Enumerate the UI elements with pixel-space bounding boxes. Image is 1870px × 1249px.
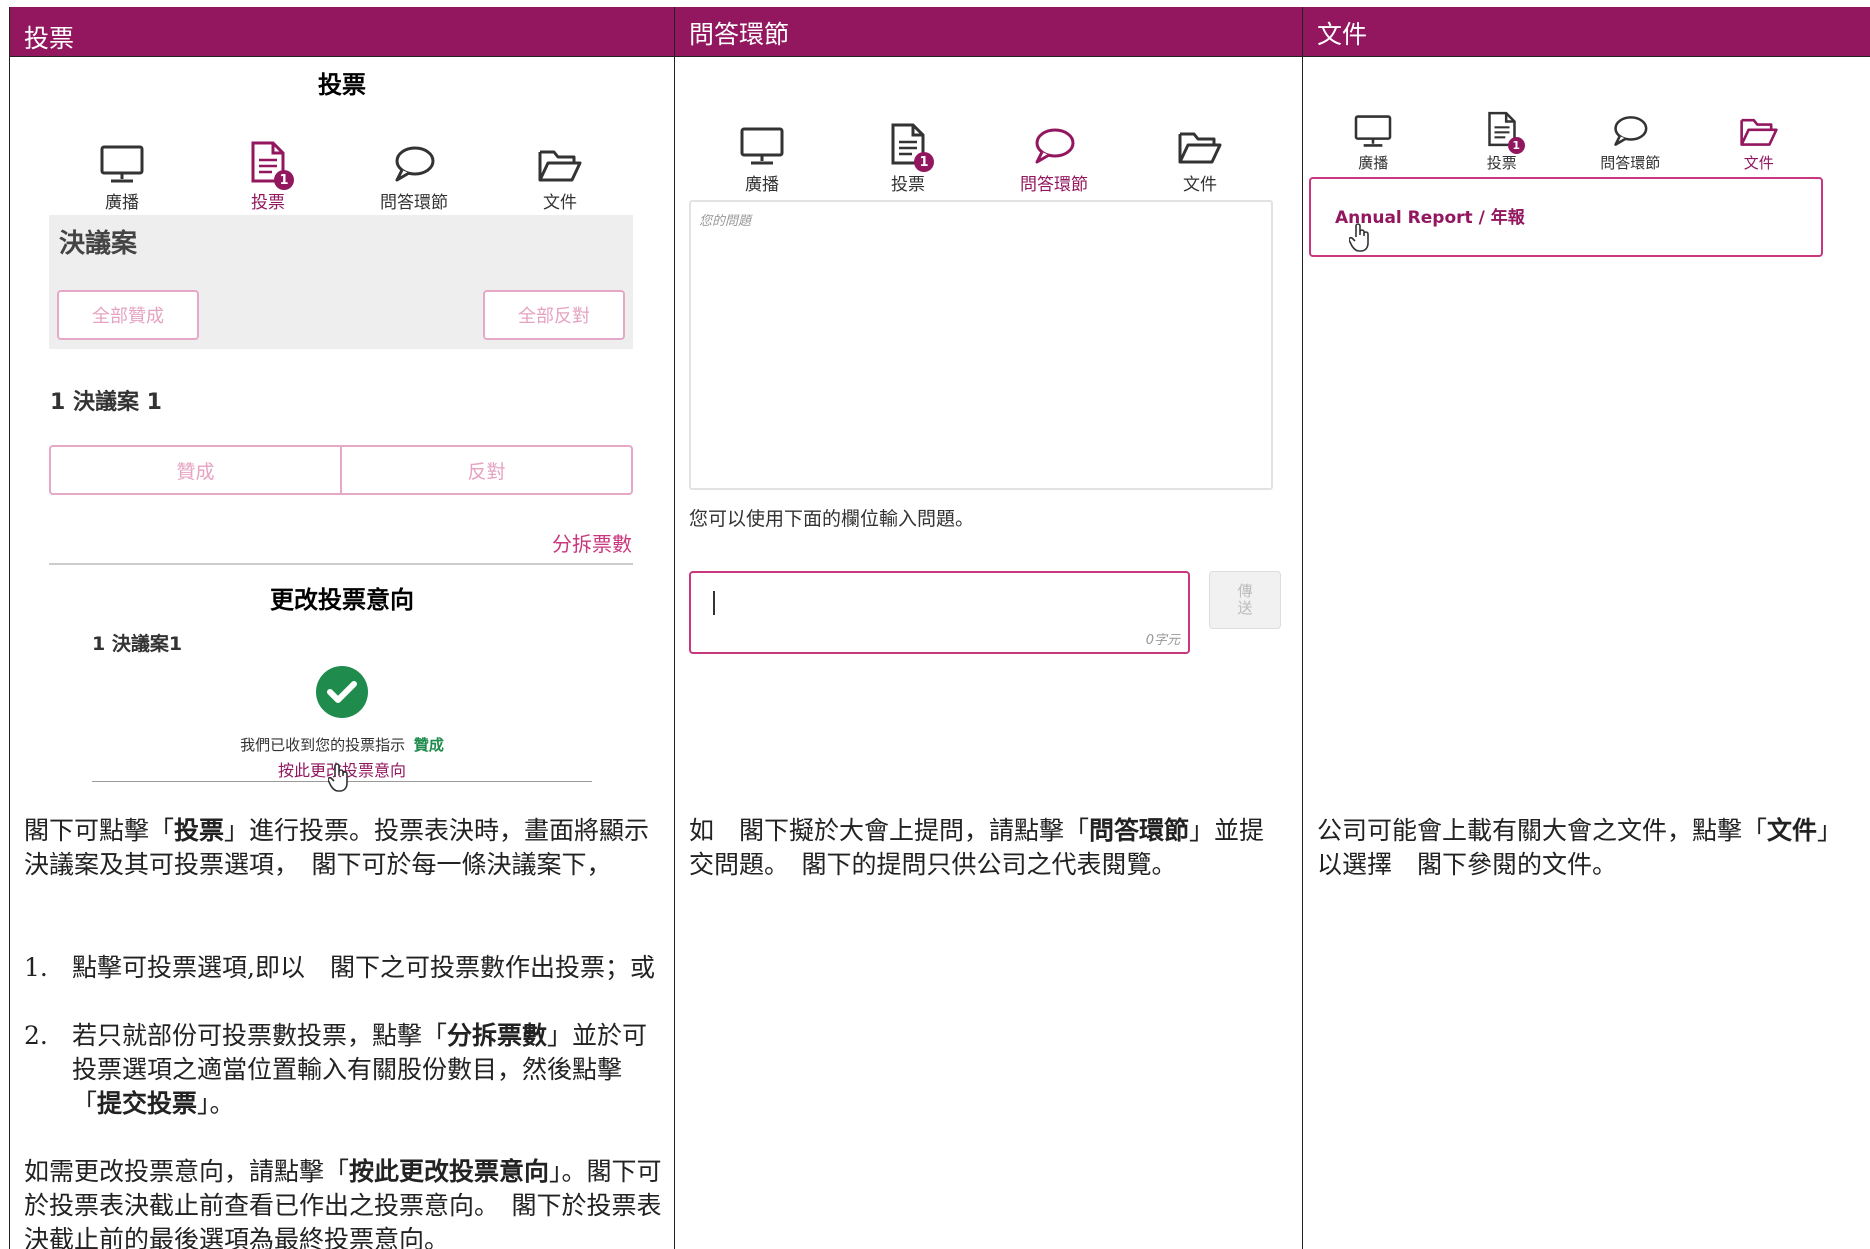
check-icon (316, 666, 368, 718)
hand-cursor-icon (1348, 223, 1373, 257)
divider (49, 563, 633, 565)
header-docs: 文件 (1303, 7, 1870, 57)
document-icon: 1 (890, 122, 934, 172)
question-list-area: 您的問題 (689, 200, 1273, 490)
speech-bubble-icon (1032, 126, 1076, 166)
approve-all-button[interactable]: 全部贊成 (57, 290, 199, 340)
tab-label: 投票 (891, 175, 925, 195)
document-list: Annual Report / 年報 (1309, 177, 1823, 257)
tab-bar: 廣播 1 投票 問答環節 文件 (1309, 77, 1824, 186)
vote-item-1: 1. 點擊可投票選項,即以 閣下之可投票數作出投票；或 (24, 953, 655, 982)
received-text: 我們已收到您的投票指示 (240, 736, 406, 754)
tab-docs[interactable]: 文件 (487, 99, 633, 225)
tab-vote[interactable]: 1 投票 (835, 79, 981, 207)
tab-vote[interactable]: 1 投票 (1438, 77, 1567, 183)
send-button[interactable]: 傳送 (1209, 571, 1281, 629)
split-votes-link[interactable]: 分拆票數 (552, 528, 632, 557)
vote-item-2: 2. 若只就部份可投票數投票，點擊「分拆票數」並於可投票選項之適當位置輸入有關股份… (24, 1021, 648, 1118)
question-box-label: 您的問題 (699, 214, 752, 229)
resolutions-title: 決議案 (59, 229, 138, 259)
header-vote: 投票 (10, 7, 675, 57)
tab-vote[interactable]: 1 投票 (195, 99, 341, 228)
speech-bubble-icon (392, 144, 436, 184)
resolution-label: 1 決議案 1 (50, 390, 162, 415)
tab-qa[interactable]: 問答環節 (1566, 77, 1695, 183)
folder-icon (537, 146, 583, 184)
document-icon: 1 (1487, 110, 1525, 154)
monitor-icon (1353, 114, 1393, 148)
tab-label: 問答環節 (1020, 175, 1088, 195)
qa-hint: 您可以使用下面的欄位輸入問題。 (689, 508, 975, 530)
tab-broadcast[interactable]: 廣播 (1309, 77, 1438, 183)
question-input[interactable]: 0字元 (689, 571, 1190, 654)
folder-icon (1177, 128, 1223, 166)
document-icon: 1 (250, 140, 294, 190)
instruction-table: 投票 問答環節 文件 投票 廣播 1 投票 問答環節 文件 決議案 全部贊成 全… (9, 7, 1870, 1249)
vote-options: 贊成 反對 (49, 445, 633, 495)
tab-broadcast[interactable]: 廣播 (49, 99, 195, 225)
tab-broadcast[interactable]: 廣播 (689, 79, 835, 207)
tab-label: 文件 (1743, 154, 1774, 172)
tab-qa[interactable]: 問答環節 (341, 99, 487, 225)
column-qa: 廣播 1 投票 問答環節 文件 您的問題 您可以使用下面的欄位輸入問題。 0字元… (675, 57, 1303, 1249)
vote-received-text: 我們已收到您的投票指示 贊成 (10, 734, 674, 755)
change-vote-title: 更改投票意向 (270, 586, 414, 614)
vote-against-button[interactable]: 反對 (342, 447, 631, 493)
tab-bar: 廣播 1 投票 問答環節 文件 (49, 99, 633, 228)
header-qa: 問答環節 (675, 7, 1303, 57)
tab-bar: 廣播 1 投票 問答環節 文件 (689, 79, 1273, 210)
vote-intro-text: 閣下可點擊「投票」進行投票。投票表決時，畫面將顯示決議案及其可投票選項， 閣下可… (24, 816, 650, 879)
tab-docs[interactable]: 文件 (1127, 79, 1273, 207)
tab-label: 文件 (543, 193, 577, 213)
tab-label: 投票 (1486, 154, 1517, 172)
vote-badge: 1 (1507, 137, 1525, 154)
column-vote: 投票 廣播 1 投票 問答環節 文件 決議案 全部贊成 全部反對 1 決議案 1… (10, 57, 675, 1249)
tab-label: 廣播 (745, 175, 779, 195)
resolutions-panel: 決議案 全部贊成 全部反對 (49, 215, 633, 349)
vote-screen-title: 投票 (318, 71, 366, 99)
tab-label: 問答環節 (380, 193, 448, 213)
change-vote-text: 如需更改投票意向，請點擊「按此更改投票意向」。閣下可於投票表決截止前查看已作出之… (24, 1157, 662, 1249)
speech-bubble-icon (1611, 114, 1649, 148)
column-docs: 廣播 1 投票 問答環節 文件 Annual Report / 年報 公司可能會… (1303, 57, 1870, 1249)
vote-for-button[interactable]: 贊成 (51, 447, 342, 493)
tab-docs[interactable]: 文件 (1694, 77, 1824, 186)
vote-badge: 1 (914, 152, 934, 172)
tab-label: 廣播 (1358, 154, 1389, 172)
tab-label: 投票 (251, 193, 285, 213)
folder-icon (1739, 115, 1779, 148)
char-counter: 0字元 (1145, 633, 1180, 648)
qa-instruction-text: 如 閣下擬於大會上提問，請點擊「問答環節」並提交問題。 閣下的提問只供公司之代表… (689, 816, 1265, 879)
text-cursor (713, 591, 715, 615)
reject-all-button[interactable]: 全部反對 (483, 290, 625, 340)
docs-instruction-text: 公司可能會上載有關大會之文件，點擊「文件」以選擇 閣下參閱的文件。 (1317, 816, 1843, 879)
tab-label: 文件 (1183, 175, 1217, 195)
hand-cursor-icon (327, 763, 352, 797)
vote-badge: 1 (274, 170, 294, 190)
monitor-icon (739, 126, 785, 166)
tab-qa[interactable]: 問答環節 (981, 79, 1127, 210)
received-choice: 贊成 (413, 736, 444, 754)
tab-label: 問答環節 (1600, 154, 1661, 172)
monitor-icon (99, 144, 145, 184)
change-resolution-label: 1 決議案1 (92, 633, 183, 655)
tab-label: 廣播 (105, 193, 139, 213)
